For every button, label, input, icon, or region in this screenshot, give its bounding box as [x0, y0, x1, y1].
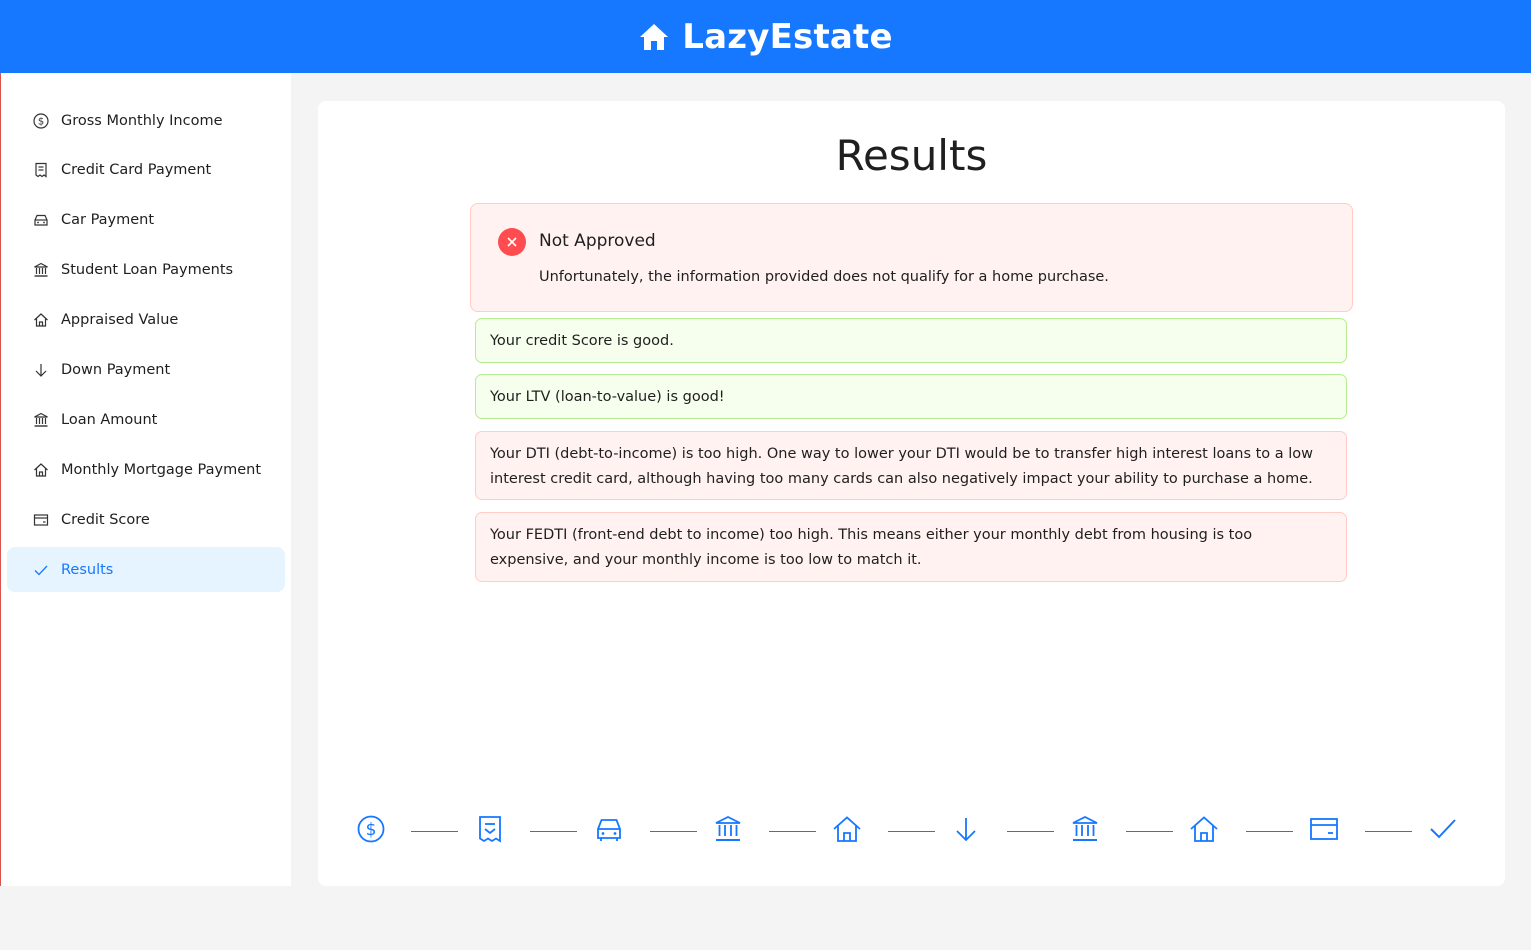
sidebar-item-student-loan-payments[interactable]: Student Loan Payments — [7, 248, 285, 293]
page-title: Results — [835, 131, 988, 180]
steps-progress: $ — [318, 811, 1505, 851]
dollar-circle-icon[interactable]: $ — [355, 811, 387, 847]
step-connector — [411, 831, 458, 832]
check-icon — [33, 562, 49, 578]
svg-text:$: $ — [38, 116, 44, 127]
svg-text:$: $ — [366, 820, 377, 840]
car-icon[interactable] — [593, 811, 625, 847]
home-icon[interactable] — [1188, 811, 1220, 847]
step-connector — [769, 831, 816, 832]
sidebar-item-label: Credit Score — [61, 511, 150, 528]
message-text: Your LTV (loan-to-value) is good! — [490, 389, 725, 405]
step-connector — [530, 831, 577, 832]
dti-message: Your DTI (debt-to-income) is too high. O… — [475, 431, 1347, 500]
results-panel: Results Not Approved Unfortunately, the … — [318, 101, 1505, 886]
sidebar-item-down-payment[interactable]: Down Payment — [7, 347, 285, 392]
sidebar-item-label: Down Payment — [61, 361, 171, 378]
check-icon[interactable] — [1427, 811, 1459, 847]
app-header: LazyEstate — [0, 0, 1531, 73]
step-connector — [1007, 831, 1054, 832]
sidebar-item-label: Results — [61, 561, 114, 578]
bank-icon[interactable] — [712, 811, 744, 847]
arrow-down-icon[interactable] — [950, 811, 982, 847]
brand[interactable]: LazyEstate — [638, 17, 893, 57]
receipt-icon — [33, 162, 49, 179]
step-connector — [650, 831, 697, 832]
not-approved-alert: Not Approved Unfortunately, the informat… — [470, 203, 1353, 312]
message-text: Your credit Score is good. — [490, 333, 674, 349]
dollar-circle-icon: $ — [33, 112, 49, 129]
sidebar-item-loan-amount[interactable]: Loan Amount — [7, 397, 285, 442]
car-icon — [33, 212, 49, 228]
step-connector — [1365, 831, 1412, 832]
step-connector — [888, 831, 935, 832]
bank-icon — [33, 262, 49, 278]
sidebar-menu: $ Gross Monthly Income Credit Card Payme… — [0, 73, 291, 886]
sidebar-item-car-payment[interactable]: Car Payment — [7, 198, 285, 243]
message-text: Your FEDTI (front-end debt to income) to… — [490, 527, 1253, 568]
bank-icon[interactable] — [1069, 811, 1101, 847]
bank-icon — [33, 412, 49, 428]
credit-card-icon — [33, 512, 49, 528]
ltv-message: Your LTV (loan-to-value) is good! — [475, 374, 1347, 419]
sidebar-item-results[interactable]: Results — [7, 547, 285, 593]
message-text: Your DTI (debt-to-income) is too high. O… — [490, 446, 1314, 487]
app-title: LazyEstate — [682, 16, 893, 57]
home-icon — [638, 22, 670, 52]
home-icon — [33, 312, 49, 328]
credit-card-icon[interactable] — [1308, 811, 1340, 847]
home-icon — [33, 462, 49, 478]
alert-description: Unfortunately, the information provided … — [539, 269, 1109, 285]
sidebar-item-monthly-mortgage-payment[interactable]: Monthly Mortgage Payment — [7, 447, 285, 492]
alert-title: Not Approved — [539, 231, 656, 251]
home-icon[interactable] — [831, 811, 863, 847]
step-connector — [1246, 831, 1293, 832]
credit-score-message: Your credit Score is good. — [475, 318, 1347, 363]
sidebar-item-credit-card-payment[interactable]: Credit Card Payment — [7, 148, 285, 193]
sidebar-item-label: Student Loan Payments — [61, 262, 234, 279]
sidebar-item-label: Appraised Value — [61, 312, 179, 329]
sidebar-item-label: Car Payment — [61, 212, 155, 229]
arrow-down-icon — [33, 362, 49, 378]
sidebar-item-appraised-value[interactable]: Appraised Value — [7, 298, 285, 343]
sidebar-item-label: Gross Monthly Income — [61, 112, 223, 129]
receipt-icon[interactable] — [474, 811, 506, 847]
fedti-message: Your FEDTI (front-end debt to income) to… — [475, 512, 1347, 582]
sidebar-item-gross-monthly-income[interactable]: $ Gross Monthly Income — [7, 98, 285, 143]
step-connector — [1126, 831, 1173, 832]
sidebar-item-label: Monthly Mortgage Payment — [61, 461, 261, 478]
close-circle-icon — [498, 228, 526, 256]
sidebar-item-label: Credit Card Payment — [61, 162, 212, 179]
sidebar-item-credit-score[interactable]: Credit Score — [7, 497, 285, 542]
sidebar-item-label: Loan Amount — [61, 411, 158, 428]
